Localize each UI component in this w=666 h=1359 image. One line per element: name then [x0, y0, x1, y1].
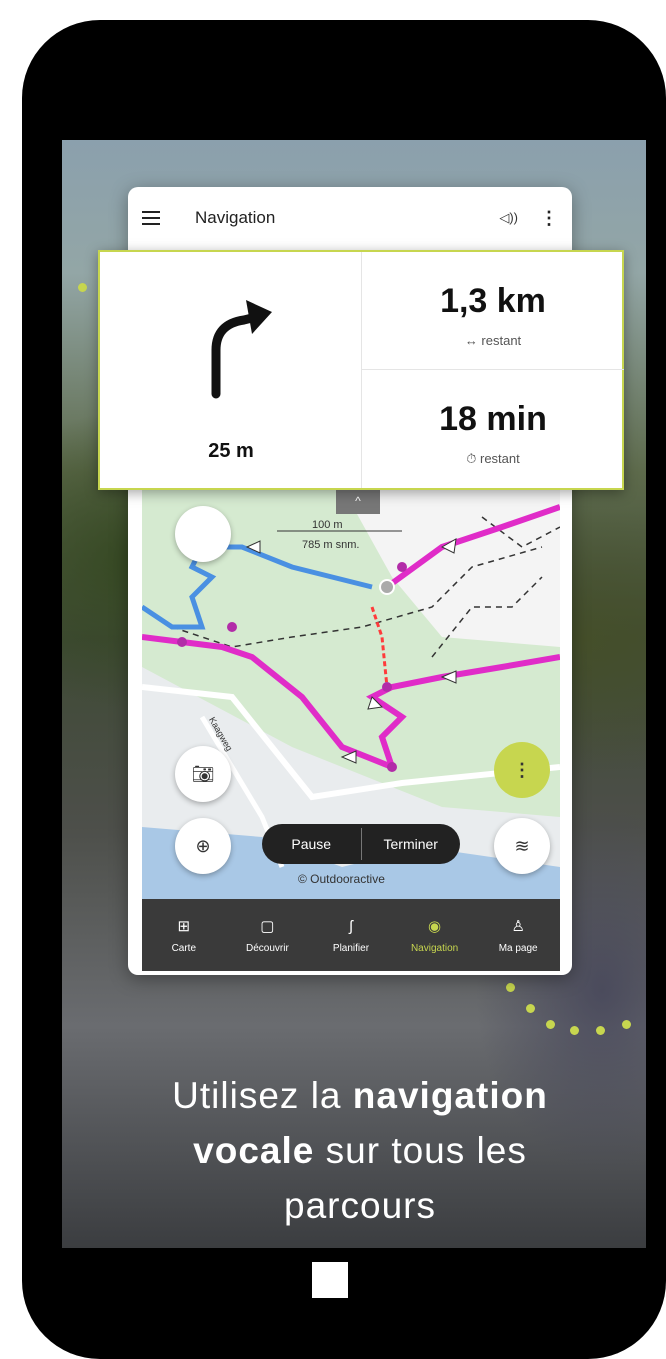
headline-text: Utilisez la	[172, 1075, 353, 1116]
layers-button[interactable]: ≋	[494, 818, 550, 874]
compass-icon	[199, 524, 207, 544]
headline-text: parcours	[284, 1185, 436, 1226]
decor-dot	[596, 1026, 605, 1035]
map-scale: 100 m	[312, 519, 343, 531]
decor-dot	[506, 983, 515, 992]
nav-label: Carte	[171, 942, 197, 954]
nav-label: Découvrir	[245, 942, 289, 954]
headline-bold: vocale	[193, 1130, 315, 1171]
nav-label: Planifier	[332, 942, 370, 954]
nav-item-navigation[interactable]: ◉ Navigation	[393, 899, 477, 971]
nav-item-carte[interactable]: ⊞ Carte	[142, 899, 226, 971]
more-actions-button[interactable]: ⋮	[494, 742, 550, 798]
nav-item-planifier[interactable]: ʃ Planifier	[309, 899, 393, 971]
decor-dot	[570, 1026, 579, 1035]
bottom-nav: ⊞ Carte ▢ Découvrir ʃ Planifier ◉ Naviga…	[142, 899, 560, 971]
app-header: Navigation ◁)) ⋮	[128, 187, 572, 249]
decor-dot	[546, 1020, 555, 1029]
nav-controls: Pause Terminer	[262, 824, 460, 864]
distance-label: ↔ restant	[464, 333, 522, 348]
crosshair-icon: ⊕	[195, 835, 211, 856]
turn-instruction: 25 m	[100, 252, 362, 488]
nav-item-decouvrir[interactable]: ▢ Découvrir	[226, 899, 310, 971]
camera-icon: 📷︎	[191, 763, 215, 784]
turn-right-arrow-icon	[211, 300, 272, 399]
navigation-target-icon: ◉	[428, 917, 442, 935]
collapse-panel-button[interactable]: ^	[336, 490, 380, 514]
app-title: Navigation	[195, 208, 276, 227]
route-plan-icon: ʃ	[349, 917, 353, 935]
kebab-icon: ⋮	[513, 759, 531, 780]
time-label: ⏱ restant	[466, 451, 520, 466]
kebab-icon[interactable]: ⋮	[540, 208, 558, 229]
nav-label: Navigation	[410, 942, 459, 954]
volume-icon[interactable]: ◁))	[499, 210, 518, 226]
finish-button[interactable]: Terminer	[362, 824, 461, 864]
compass-button[interactable]	[175, 506, 231, 562]
discover-icon: ▢	[260, 917, 275, 935]
hamburger-icon[interactable]	[142, 211, 160, 225]
locate-button[interactable]: ⊕	[175, 818, 231, 874]
map-search-icon: ⊞	[177, 917, 191, 935]
navigation-panel: 25 m 1,3 km ↔ restant 18 min ⏱ restant	[98, 250, 624, 490]
home-button[interactable]	[312, 1262, 348, 1298]
time-value: 18 min	[439, 400, 547, 438]
promo-headline: Utilisez la navigation vocale sur tous l…	[70, 1068, 650, 1233]
layers-icon: ≋	[514, 835, 530, 856]
camera-button[interactable]: 📷︎	[175, 746, 231, 802]
nav-item-ma-page[interactable]: ♙ Ma page	[476, 899, 560, 971]
turn-distance: 25 m	[208, 440, 254, 462]
distance-value: 1,3 km	[440, 282, 546, 320]
time-remaining: 18 min ⏱ restant	[362, 370, 624, 488]
decor-dot	[526, 1004, 535, 1013]
user-icon: ♙	[511, 917, 525, 935]
pause-button[interactable]: Pause	[262, 824, 361, 864]
map-elevation: 785 m snm.	[302, 539, 360, 551]
headline-bold: navigation	[352, 1075, 548, 1116]
nav-label: Ma page	[498, 942, 538, 954]
distance-remaining: 1,3 km ↔ restant	[362, 252, 624, 370]
decor-dot	[78, 283, 87, 292]
map-attribution: © Outdooractive	[298, 872, 385, 886]
headline-text: sur tous les	[314, 1130, 527, 1171]
decor-dot	[622, 1020, 631, 1029]
